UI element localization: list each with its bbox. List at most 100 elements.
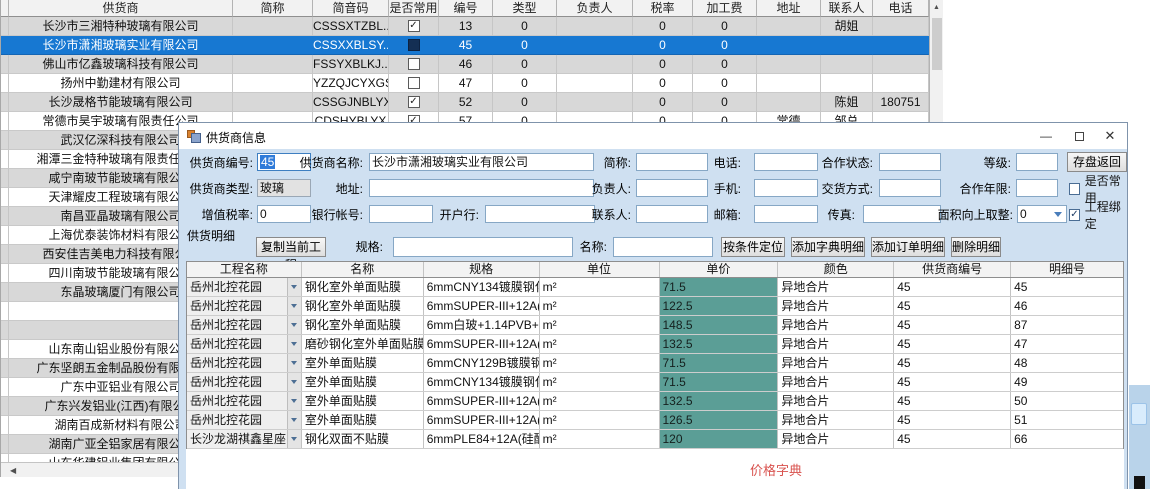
detail-name-cell[interactable]: 室外单面贴膜 (302, 373, 424, 391)
supplier-id-cell[interactable]: 46 (439, 55, 493, 74)
detail-row[interactable]: 岳州北控花园 钢化室外单面贴膜 6mmSUPER-III+12A(硅... m²… (187, 297, 1123, 316)
supplier-contact-cell[interactable] (821, 55, 873, 74)
detail-column-detail-id[interactable]: 明细号 (1011, 262, 1123, 277)
detail-id-cell[interactable]: 66 (1011, 430, 1123, 448)
supplier-phone-cell[interactable] (873, 36, 929, 55)
supplier-address-cell[interactable] (757, 55, 821, 74)
scroll-left-icon[interactable]: ◀ (10, 463, 16, 478)
supplier-phone-cell[interactable] (873, 74, 929, 93)
supplier-id-cell[interactable]: 47 (439, 74, 493, 93)
detail-supplier-id-cell[interactable]: 45 (894, 278, 1011, 296)
detail-name-cell[interactable]: 钢化室外单面贴膜 (302, 297, 424, 315)
project-combo-cell[interactable]: 岳州北控花园 (187, 373, 302, 391)
project-combo-cell[interactable]: 岳州北控花园 (187, 316, 302, 334)
project-combo-cell[interactable]: 岳州北控花园 (187, 411, 302, 429)
detail-unit-cell[interactable]: m² (540, 297, 660, 315)
supplier-row[interactable]: 长沙市三湘特种玻璃有限公司 CSSSXTZBL... ✓ 13 0 0 0 胡姐 (1, 17, 929, 36)
detail-unit-cell[interactable]: m² (540, 430, 660, 448)
detail-column-color[interactable]: 颜色 (778, 262, 894, 277)
copy-project-button[interactable]: 复制当前工程 (256, 237, 326, 257)
detail-column-supplier-id[interactable]: 供货商编号 (894, 262, 1011, 277)
column-header-type[interactable]: 类型 (493, 0, 557, 17)
combo-dropdown-button[interactable] (287, 297, 301, 315)
supplier-tax-cell[interactable]: 0 (633, 55, 693, 74)
supplier-abbr-cell[interactable] (233, 93, 313, 112)
column-header-id[interactable]: 编号 (439, 0, 493, 17)
supplier-contact-cell[interactable] (821, 74, 873, 93)
column-header-code[interactable]: 简音码 (313, 0, 389, 17)
supplier-manager-cell[interactable] (557, 93, 633, 112)
detail-unit-cell[interactable]: m² (540, 411, 660, 429)
detail-price-cell[interactable]: 148.5 (660, 316, 779, 334)
detail-color-cell[interactable]: 异地合片 (778, 354, 894, 372)
dialog-titlebar[interactable]: 供货商信息 — ✕ (179, 123, 1127, 149)
supplier-common-cell[interactable] (389, 74, 439, 93)
supplier-row[interactable]: 扬州中勤建材有限公司 YZZQJCYXGS 47 0 0 0 (1, 74, 929, 93)
detail-name-cell[interactable]: 钢化室外单面贴膜 (302, 316, 424, 334)
detail-row[interactable]: 岳州北控花园 磨砂钢化室外单面贴膜 6mmSUPER-III+12A(硅... … (187, 335, 1123, 354)
column-header-supplier[interactable]: 供货商 (9, 0, 233, 17)
detail-spec-cell[interactable]: 6mmSUPER-III+12A(硅... (424, 335, 540, 353)
combo-dropdown-button[interactable] (287, 278, 301, 296)
supplier-name-field[interactable]: 长沙市潇湘玻璃实业有限公司 (369, 153, 594, 171)
combo-dropdown-button[interactable] (287, 354, 301, 372)
save-return-button[interactable]: 存盘返回 (1067, 152, 1127, 172)
common-checkbox[interactable]: 是否常用 (1069, 181, 1127, 197)
detail-row[interactable]: 岳州北控花园 室外单面贴膜 6mmCNY129B镀膜钢化 m² 71.5 异地合… (187, 354, 1123, 373)
detail-row[interactable]: 长沙龙湖祺鑫星座 钢化双面不贴膜 6mmPLE84+12A(硅酮胶... m² … (187, 430, 1123, 449)
project-bind-checkbox[interactable]: ✓ 工程绑定 (1069, 207, 1127, 223)
supplier-fee-cell[interactable]: 0 (693, 93, 757, 112)
supplier-fee-cell[interactable]: 0 (693, 74, 757, 93)
detail-color-cell[interactable]: 异地合片 (778, 335, 894, 353)
detail-supplier-id-cell[interactable]: 45 (894, 411, 1011, 429)
supplier-id-cell[interactable]: 45 (439, 36, 493, 55)
supplier-row[interactable]: 长沙市潇湘玻璃实业有限公司 CSSXXBLSY... 45 0 0 0 (1, 36, 929, 55)
supplier-name-cell[interactable]: 长沙市三湘特种玻璃有限公司 (9, 17, 233, 36)
detail-color-cell[interactable]: 异地合片 (778, 430, 894, 448)
supplier-name-cell[interactable]: 扬州中勤建材有限公司 (9, 74, 233, 93)
supplier-id-cell[interactable]: 52 (439, 93, 493, 112)
project-combo-cell[interactable]: 岳州北控花园 (187, 278, 302, 296)
detail-supplier-id-cell[interactable]: 45 (894, 430, 1011, 448)
column-header-abbr[interactable]: 简称 (233, 0, 313, 17)
supplier-common-cell[interactable]: ✓ (389, 17, 439, 36)
detail-supplier-id-cell[interactable]: 45 (894, 373, 1011, 391)
detail-id-cell[interactable]: 48 (1011, 354, 1123, 372)
locate-button[interactable]: 按条件定位 (721, 237, 785, 257)
detail-id-cell[interactable]: 50 (1011, 392, 1123, 410)
checkbox-icon[interactable] (408, 39, 420, 51)
detail-unit-cell[interactable]: m² (540, 316, 660, 334)
detail-spec-cell[interactable]: 6mmCNY134镀膜钢化 (424, 278, 540, 296)
detail-spec-cell[interactable]: 6mm白玻+1.14PVB+6mm... (424, 316, 540, 334)
detail-column-price[interactable]: 单价 (660, 262, 779, 277)
coop-status-field[interactable] (879, 153, 941, 171)
supplier-type-cell[interactable]: 0 (493, 17, 557, 36)
detail-color-cell[interactable]: 异地合片 (778, 297, 894, 315)
add-dict-detail-button[interactable]: 添加字典明细 (791, 237, 865, 257)
detail-id-cell[interactable]: 51 (1011, 411, 1123, 429)
address-field[interactable] (369, 179, 594, 197)
combo-dropdown-button[interactable] (287, 392, 301, 410)
column-header-phone[interactable]: 电话 (873, 0, 929, 17)
project-combo-cell[interactable]: 岳州北控花园 (187, 354, 302, 372)
combo-dropdown-button[interactable] (287, 411, 301, 429)
detail-id-cell[interactable]: 46 (1011, 297, 1123, 315)
supplier-row[interactable]: 长沙晟格节能玻璃有限公司 CSSGJNBLYXGS ✓ 52 0 0 0 陈姐 … (1, 93, 929, 112)
supplier-phone-cell[interactable] (873, 17, 929, 36)
supplier-type-cell[interactable]: 0 (493, 36, 557, 55)
detail-name-cell[interactable]: 磨砂钢化室外单面贴膜 (302, 335, 424, 353)
detail-supplier-id-cell[interactable]: 45 (894, 297, 1011, 315)
supplier-code-cell[interactable]: CSSSXTZBL... (313, 17, 389, 36)
detail-row[interactable]: 岳州北控花园 室外单面贴膜 6mmCNY134镀膜钢化 m² 71.5 异地合片… (187, 373, 1123, 392)
checkbox-icon[interactable]: ✓ (408, 20, 420, 32)
supplier-code-cell[interactable]: CSSGJNBLYXGS (313, 93, 389, 112)
detail-id-cell[interactable]: 87 (1011, 316, 1123, 334)
coop-years-field[interactable] (1016, 179, 1058, 197)
supplier-phone-cell[interactable] (873, 55, 929, 74)
supplier-tax-cell[interactable]: 0 (633, 74, 693, 93)
detail-price-cell[interactable]: 132.5 (660, 392, 779, 410)
supplier-id-cell[interactable]: 13 (439, 17, 493, 36)
scroll-up-icon[interactable]: ▲ (930, 0, 943, 16)
detail-unit-cell[interactable]: m² (540, 373, 660, 391)
minimize-button[interactable]: — (1029, 123, 1063, 149)
